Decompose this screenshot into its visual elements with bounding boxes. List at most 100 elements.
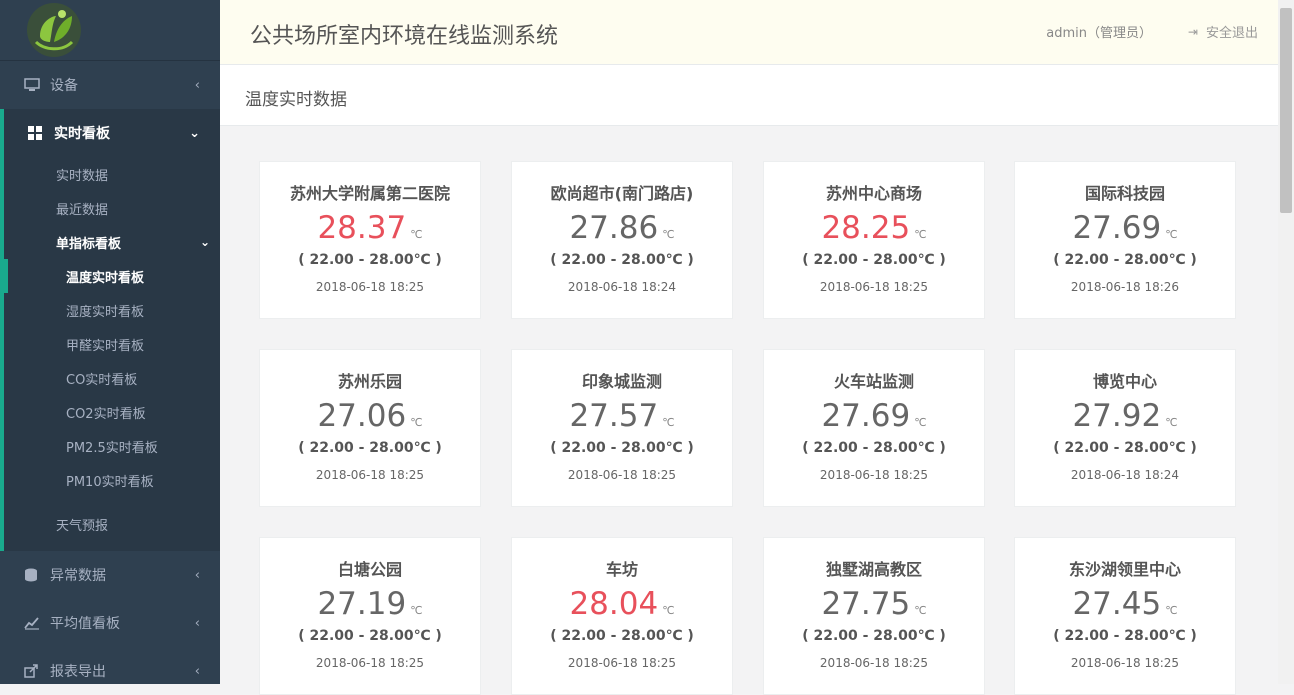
threshold-range: ( 22.00 - 28.00℃ ) [1053, 252, 1197, 268]
nav-realtime-board[interactable]: 实时看板 ⌄ [4, 109, 220, 157]
unit-label: ℃ [1165, 228, 1178, 241]
threshold-range: ( 22.00 - 28.00℃ ) [1053, 440, 1197, 456]
temperature-value: 27.75 [821, 586, 911, 622]
temperature-value: 28.37 [317, 210, 407, 246]
site-name: 苏州中心商场 [825, 184, 922, 203]
unit-label: ℃ [410, 416, 423, 429]
timestamp: 2018-06-18 18:25 [315, 280, 425, 294]
scrollbar[interactable] [1278, 0, 1294, 684]
sidebar-item-co2-board[interactable]: CO2实时看板 [4, 395, 220, 429]
threshold-range: ( 22.00 - 28.00℃ ) [550, 628, 694, 644]
page-heading: 温度实时数据 [220, 65, 1278, 126]
sidebar-item-realtime-data[interactable]: 实时数据 [4, 157, 220, 191]
nav-devices-label: 设备 [50, 78, 78, 94]
temperature-value: 27.92 [1072, 398, 1162, 434]
temperature-value: 27.69 [821, 398, 911, 434]
site-name: 苏州大学附属第二医院 [289, 184, 450, 203]
monitor-card[interactable]: 车坊 28.04 ℃ ( 22.00 - 28.00℃ ) 2018-06-18 18:… [511, 537, 733, 695]
timestamp: 2018-06-18 18:26 [1070, 280, 1180, 294]
temperature-value: 27.57 [569, 398, 659, 434]
temperature-value: 27.86 [569, 210, 659, 246]
unit-label: ℃ [914, 416, 927, 429]
unit-label: ℃ [914, 604, 927, 617]
site-name: 车坊 [605, 560, 638, 579]
temperature-value: 27.45 [1072, 586, 1162, 622]
value-row: 28.25 ℃ [764, 210, 984, 248]
monitor-card[interactable]: 博览中心 27.92 ℃ ( 22.00 - 28.00℃ ) 2018-06-18 1… [1014, 349, 1236, 507]
monitor-card[interactable]: 苏州中心商场 28.25 ℃ ( 22.00 - 28.00℃ ) 2018-06-18… [763, 161, 985, 319]
logout-button[interactable]: ⇥ 安全退出 [1187, 22, 1258, 42]
unit-label: ℃ [914, 228, 927, 241]
sidebar-item-single-board[interactable]: 单指标看板 ⌄ [4, 225, 220, 259]
share-icon [24, 664, 40, 678]
monitor-card[interactable]: 苏州乐园 27.06 ℃ ( 22.00 - 28.00℃ ) 2018-06-18 1… [259, 349, 481, 507]
timestamp: 2018-06-18 18:25 [315, 656, 425, 670]
logo-icon [27, 3, 81, 57]
monitor-card[interactable]: 白塘公园 27.19 ℃ ( 22.00 - 28.00℃ ) 2018-06-18 1… [259, 537, 481, 695]
unit-label: ℃ [410, 228, 423, 241]
nav-average-label: 平均值看板 [50, 616, 120, 632]
unit-label: ℃ [1165, 416, 1178, 429]
threshold-range: ( 22.00 - 28.00℃ ) [802, 628, 946, 644]
sidebar-item-recent-data[interactable]: 最近数据 [4, 191, 220, 225]
site-name: 博览中心 [1092, 372, 1157, 391]
chevron-down-icon: ⌄ [189, 125, 200, 141]
nav-devices[interactable]: 设备 ‹ [0, 60, 220, 109]
value-row: 27.57 ℃ [512, 398, 732, 436]
sidebar-item-temperature-board[interactable]: 温度实时看板 [0, 259, 220, 293]
chevron-left-icon: ‹ [194, 567, 200, 583]
monitor-card[interactable]: 东沙湖领里中心 27.45 ℃ ( 22.00 - 28.00℃ ) 2018-06-1… [1014, 537, 1236, 695]
monitor-card[interactable]: 欧尚超市(南门路店) 27.86 ℃ ( 22.00 - 28.00℃ ) 2018-0… [511, 161, 733, 319]
sidebar-item-formaldehyde-board[interactable]: 甲醛实时看板 [4, 327, 220, 361]
value-row: 28.04 ℃ [512, 586, 732, 624]
chevron-left-icon: ‹ [194, 663, 200, 679]
timestamp: 2018-06-18 18:24 [567, 280, 677, 294]
value-row: 27.45 ℃ [1015, 586, 1235, 624]
threshold-range: ( 22.00 - 28.00℃ ) [802, 440, 946, 456]
unit-label: ℃ [662, 416, 675, 429]
nav-abnormal-data[interactable]: 异常数据 ‹ [0, 551, 220, 599]
grid-icon [28, 126, 44, 140]
value-row: 27.06 ℃ [260, 398, 480, 436]
chevron-left-icon: ‹ [194, 77, 200, 93]
sidebar-item-co-board[interactable]: CO实时看板 [4, 361, 220, 395]
temperature-value: 28.04 [569, 586, 659, 622]
site-name: 白塘公园 [337, 560, 402, 579]
chevron-left-icon: ‹ [194, 615, 200, 631]
value-row: 27.86 ℃ [512, 210, 732, 248]
nav-export[interactable]: 报表导出 ‹ [0, 647, 220, 684]
temperature-value: 28.25 [821, 210, 911, 246]
logout-label: 安全退出 [1205, 26, 1258, 41]
temperature-value: 27.06 [317, 398, 407, 434]
monitor-icon [24, 78, 40, 92]
sign-out-icon: ⇥ [1187, 24, 1198, 39]
sidebar-item-weather[interactable]: 天气预报 [4, 497, 220, 551]
site-name: 火车站监测 [833, 372, 914, 391]
nav-realtime-group: 实时看板 ⌄ 实时数据 最近数据 单指标看板 ⌄ 温度实时看板 湿度实时看板 甲… [0, 109, 220, 551]
value-row: 27.92 ℃ [1015, 398, 1235, 436]
monitor-card[interactable]: 国际科技园 27.69 ℃ ( 22.00 - 28.00℃ ) 2018-06-18 … [1014, 161, 1236, 319]
monitor-card[interactable]: 独墅湖高教区 27.75 ℃ ( 22.00 - 28.00℃ ) 2018-06-18… [763, 537, 985, 695]
user-label[interactable]: admin（管理员） [1046, 22, 1152, 41]
timestamp: 2018-06-18 18:25 [819, 656, 929, 670]
scrollbar-thumb[interactable] [1280, 8, 1292, 213]
monitor-card[interactable]: 火车站监测 27.69 ℃ ( 22.00 - 28.00℃ ) 2018-06-18 … [763, 349, 985, 507]
page-title: 温度实时数据 [245, 90, 347, 110]
site-name: 苏州乐园 [337, 372, 402, 391]
nav-realtime-board-label: 实时看板 [54, 126, 110, 142]
sidebar-item-pm10-board[interactable]: PM10实时看板 [4, 463, 220, 497]
site-name: 印象城监测 [581, 372, 662, 391]
nav-average-board[interactable]: 平均值看板 ‹ [0, 599, 220, 647]
threshold-range: ( 22.00 - 28.00℃ ) [298, 628, 442, 644]
value-row: 27.19 ℃ [260, 586, 480, 624]
timestamp: 2018-06-18 18:25 [1070, 656, 1180, 670]
sidebar-item-humidity-board[interactable]: 湿度实时看板 [4, 293, 220, 327]
value-row: 27.75 ℃ [764, 586, 984, 624]
unit-label: ℃ [410, 604, 423, 617]
value-row: 28.37 ℃ [260, 210, 480, 248]
site-name: 东沙湖领里中心 [1068, 560, 1181, 579]
monitor-card[interactable]: 印象城监测 27.57 ℃ ( 22.00 - 28.00℃ ) 2018-06-18 … [511, 349, 733, 507]
monitor-card[interactable]: 苏州大学附属第二医院 28.37 ℃ ( 22.00 - 28.00℃ ) 2018-0… [259, 161, 481, 319]
unit-label: ℃ [662, 604, 675, 617]
sidebar-item-pm25-board[interactable]: PM2.5实时看板 [4, 429, 220, 463]
